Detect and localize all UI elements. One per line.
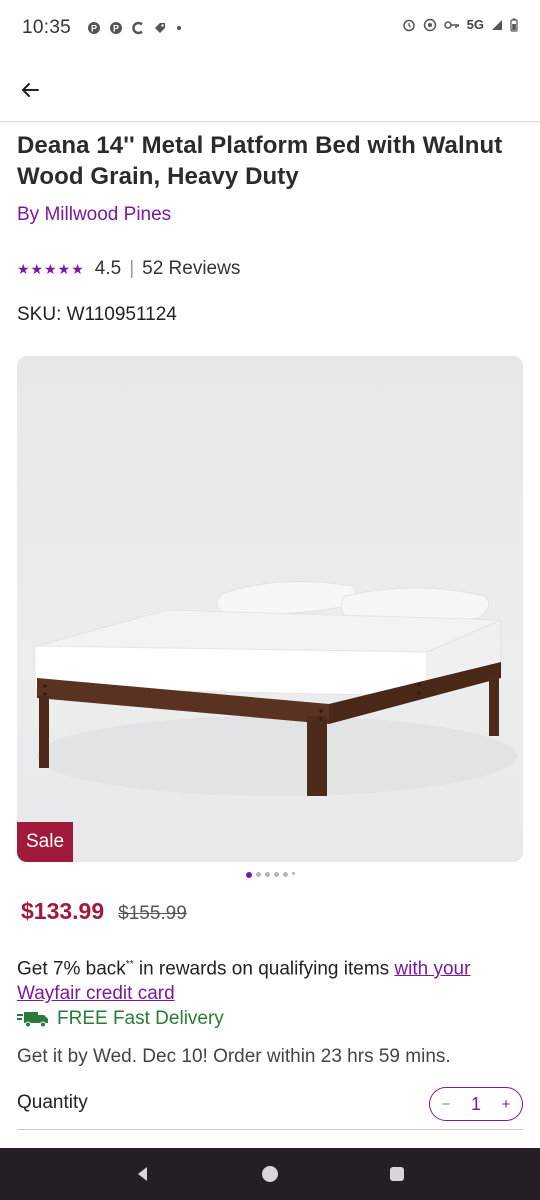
- nav-home-button[interactable]: [255, 1159, 285, 1189]
- status-bar: 10:35 P P 5G: [0, 0, 540, 56]
- svg-text:P: P: [91, 24, 97, 34]
- status-time: 10:35: [22, 17, 72, 38]
- rating-value: 4.5: [94, 258, 122, 279]
- sale-price: $133.99: [21, 898, 105, 924]
- system-nav-bar: [0, 1148, 540, 1200]
- c-app-icon: [132, 21, 143, 35]
- original-price: $155.99: [118, 903, 187, 924]
- network-5g-label: 5G: [466, 17, 484, 32]
- quantity-value[interactable]: 1: [471, 1094, 481, 1115]
- product-title: Deana 14'' Metal Platform Bed with Walnu…: [17, 132, 503, 190]
- notification-icons: P P: [87, 21, 183, 35]
- delivery-label: FREE Fast Delivery: [57, 1008, 224, 1029]
- rating-row[interactable]: ★★★★★ 4.5 | 52 Reviews: [17, 258, 240, 280]
- brand-link[interactable]: By Millwood Pines: [17, 204, 171, 226]
- reviews-count[interactable]: 52 Reviews: [142, 258, 240, 280]
- tag-icon: [155, 23, 166, 33]
- carousel-dot[interactable]: [264, 872, 270, 877]
- bed-image: [34, 581, 517, 796]
- delivery-row: FREE Fast Delivery: [17, 1008, 224, 1030]
- app-header: [0, 56, 540, 122]
- back-button[interactable]: [14, 74, 46, 106]
- carousel-dot-active[interactable]: [245, 872, 252, 878]
- carousel-dot[interactable]: [255, 872, 261, 877]
- rating-stars-icon: ★★★★★: [17, 260, 85, 277]
- product-image[interactable]: Sale: [17, 356, 523, 862]
- delivery-eta: Get it by Wed. Dec 10! Order within 23 h…: [17, 1046, 451, 1067]
- quantity-stepper[interactable]: − 1 +: [429, 1087, 523, 1121]
- pinterest-icon: P: [110, 22, 123, 34]
- quantity-increase-button[interactable]: +: [498, 1096, 514, 1113]
- rewards-offer-cont: in rewards on qualifying items: [133, 958, 395, 980]
- truck-icon: [17, 1012, 48, 1028]
- image-carousel-dots: [0, 872, 540, 878]
- svg-text:P: P: [113, 24, 119, 34]
- sku-label: SKU: W110951124: [17, 304, 177, 325]
- carousel-dot[interactable]: [291, 872, 295, 875]
- alarm-icon: [402, 19, 415, 31]
- signal-icon: [492, 19, 502, 30]
- dot-icon: [177, 26, 182, 30]
- price-row: $133.99 $155.99: [21, 898, 187, 925]
- arrow-left-icon: [22, 83, 39, 97]
- pinterest-icon: P: [88, 22, 101, 34]
- nav-recents-button[interactable]: [382, 1159, 412, 1189]
- back-triangle-icon: [138, 1167, 148, 1181]
- sale-badge: Sale: [17, 822, 74, 862]
- quantity-label: Quantity: [17, 1092, 88, 1113]
- location-icon: [423, 18, 436, 31]
- rewards-offer: Get 7% back: [17, 958, 126, 980]
- carousel-dot[interactable]: [282, 872, 288, 877]
- rating-separator: |: [129, 258, 135, 279]
- quantity-row: Quantity − 1 +: [17, 1084, 523, 1130]
- home-circle-icon: [261, 1166, 278, 1182]
- battery-icon: [510, 18, 518, 32]
- carousel-dot[interactable]: [273, 872, 279, 877]
- key-icon: [443, 20, 459, 29]
- status-right-icons: 5G: [402, 17, 518, 32]
- recents-square-icon: [389, 1167, 404, 1181]
- rewards-text: Get 7% back** in rewards on qualifying i…: [17, 952, 517, 1006]
- rewards-footnote-mark: **: [125, 959, 134, 970]
- nav-back-button[interactable]: [128, 1159, 158, 1189]
- quantity-decrease-button[interactable]: −: [438, 1096, 454, 1113]
